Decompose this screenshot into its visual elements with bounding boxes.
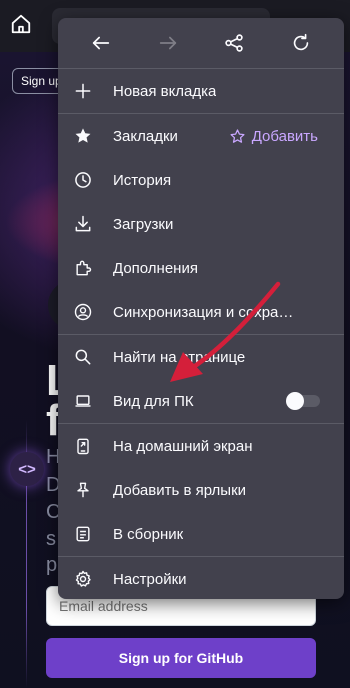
menu-nav-row — [58, 18, 344, 68]
add-bookmark-button[interactable]: Добавить — [229, 114, 318, 158]
menu-item-history[interactable]: История — [58, 158, 344, 202]
menu-item-addons[interactable]: Дополнения — [58, 246, 344, 290]
menu-item-label: Добавить в ярлыки — [113, 481, 247, 499]
menu-item-sync[interactable]: Синхронизация и сохра… — [58, 290, 344, 334]
menu-item-label: Настройки — [113, 570, 187, 588]
add-to-homescreen-icon — [72, 435, 94, 457]
home-icon[interactable] — [10, 13, 34, 37]
share-icon[interactable] — [216, 25, 252, 61]
account-icon — [72, 301, 94, 323]
menu-item-bookmarks[interactable]: Закладки Добавить — [58, 114, 344, 158]
download-icon — [72, 213, 94, 235]
menu-item-shortcuts[interactable]: Добавить в ярлыки — [58, 468, 344, 512]
laptop-icon — [72, 390, 94, 412]
menu-item-label: История — [113, 171, 172, 189]
code-icon: <> — [10, 452, 44, 486]
clock-icon — [72, 169, 94, 191]
menu-item-label: Вид для ПК — [113, 392, 194, 410]
menu-item-label: Закладки — [113, 127, 178, 145]
collection-icon — [72, 523, 94, 545]
menu-item-new-tab[interactable]: Новая вкладка — [58, 69, 344, 113]
menu-item-desktop-site[interactable]: Вид для ПК — [58, 379, 344, 423]
menu-item-settings[interactable]: Настройки — [58, 557, 344, 599]
hero-text-line-4: s — [46, 528, 56, 550]
pin-icon — [72, 479, 94, 501]
arrow-left-icon[interactable] — [83, 25, 119, 61]
plus-icon — [72, 80, 94, 102]
menu-item-label: Синхронизация и сохра… — [113, 303, 294, 321]
menu-item-label: Новая вкладка — [113, 82, 217, 100]
menu-item-collection[interactable]: В сборник — [58, 512, 344, 556]
menu-item-label: Дополнения — [113, 259, 198, 277]
menu-item-label: В сборник — [113, 525, 184, 543]
add-bookmark-label: Добавить — [251, 127, 318, 145]
toggle-knob — [286, 392, 304, 410]
puzzle-icon — [72, 257, 94, 279]
menu-item-homescreen[interactable]: На домашний экран — [58, 424, 344, 468]
desktop-site-toggle[interactable] — [286, 392, 320, 410]
reload-icon[interactable] — [283, 25, 319, 61]
star-icon — [72, 125, 94, 147]
menu-item-find[interactable]: Найти на странице — [58, 335, 344, 379]
menu-item-label: Найти на странице — [113, 348, 246, 366]
menu-item-downloads[interactable]: Загрузки — [58, 202, 344, 246]
gear-icon — [72, 568, 94, 590]
browser-overflow-menu: Новая вкладка Закладки Добавить История … — [58, 18, 344, 599]
menu-item-label: Загрузки — [113, 215, 174, 233]
hero-text-line-5: p — [46, 554, 58, 576]
search-icon — [72, 346, 94, 368]
signup-github-button[interactable]: Sign up for GitHub — [46, 638, 316, 678]
arrow-right-icon[interactable] — [150, 25, 186, 61]
menu-item-label: На домашний экран — [113, 437, 253, 455]
star-outline-icon — [230, 128, 245, 143]
